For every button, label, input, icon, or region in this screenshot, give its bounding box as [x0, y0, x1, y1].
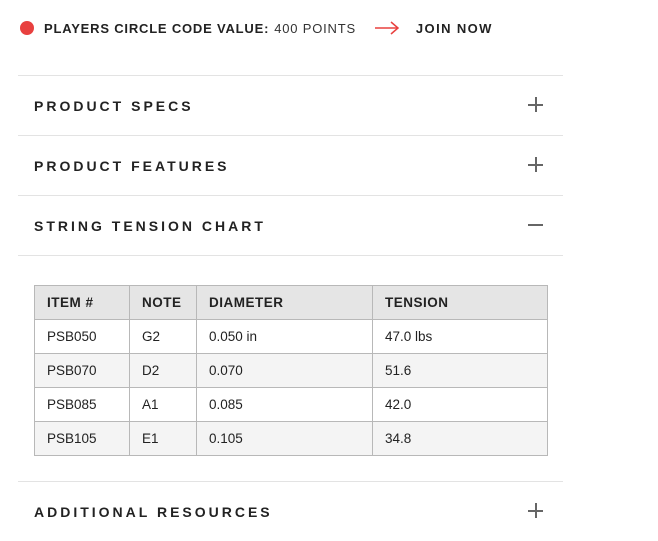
table-row: PSB070 D2 0.070 51.6: [34, 353, 548, 388]
column-header-note: NOTE: [129, 285, 197, 320]
cell-diameter: 0.105: [196, 421, 373, 456]
red-dot-icon: [20, 21, 34, 35]
accordion-additional-resources[interactable]: ADDITIONAL RESOURCES: [18, 481, 563, 541]
table-header-row: ITEM # NOTE DIAMETER TENSION: [34, 285, 548, 320]
cell-note: E1: [129, 421, 197, 456]
cell-diameter: 0.050 in: [196, 319, 373, 354]
accordion-product-features[interactable]: PRODUCT FEATURES: [18, 135, 563, 195]
cell-item: PSB070: [34, 353, 130, 388]
cell-tension: 42.0: [372, 387, 548, 422]
column-header-diameter: DIAMETER: [196, 285, 373, 320]
arrow-right-icon[interactable]: [374, 21, 400, 35]
plus-icon[interactable]: [528, 97, 543, 112]
promo-label: PLAYERS CIRCLE CODE VALUE:: [44, 20, 270, 36]
accordion-string-tension-chart[interactable]: STRING TENSION CHART: [18, 195, 563, 255]
cell-diameter: 0.070: [196, 353, 373, 388]
minus-icon[interactable]: [528, 217, 543, 232]
table-row: PSB085 A1 0.085 42.0: [34, 387, 548, 422]
plus-icon[interactable]: [528, 503, 543, 518]
string-tension-chart-panel: ITEM # NOTE DIAMETER TENSION PSB050 G2 0…: [18, 255, 563, 481]
cell-item: PSB050: [34, 319, 130, 354]
column-header-tension: TENSION: [372, 285, 548, 320]
accordion-product-specs[interactable]: PRODUCT SPECS: [18, 75, 563, 135]
product-details-accordion: PRODUCT SPECS PRODUCT FEATURES STRING TE…: [18, 75, 563, 541]
plus-icon[interactable]: [528, 157, 543, 172]
string-tension-table: ITEM # NOTE DIAMETER TENSION PSB050 G2 0…: [34, 285, 548, 456]
cell-tension: 47.0 lbs: [372, 319, 548, 354]
cell-note: A1: [129, 387, 197, 422]
cell-item: PSB085: [34, 387, 130, 422]
promo-points-value: 400 POINTS: [274, 20, 356, 36]
players-circle-promo: PLAYERS CIRCLE CODE VALUE: 400 POINTS JO…: [20, 19, 493, 37]
cell-tension: 34.8: [372, 421, 548, 456]
cell-note: G2: [129, 319, 197, 354]
accordion-title: PRODUCT SPECS: [34, 98, 194, 114]
join-now-link[interactable]: JOIN NOW: [416, 21, 493, 36]
column-header-item: ITEM #: [34, 285, 130, 320]
table-row: PSB050 G2 0.050 in 47.0 lbs: [34, 319, 548, 354]
cell-item: PSB105: [34, 421, 130, 456]
accordion-title: PRODUCT FEATURES: [34, 158, 230, 174]
cell-note: D2: [129, 353, 197, 388]
accordion-title: STRING TENSION CHART: [34, 218, 266, 234]
accordion-title: ADDITIONAL RESOURCES: [34, 504, 273, 520]
table-row: PSB105 E1 0.105 34.8: [34, 421, 548, 456]
cell-diameter: 0.085: [196, 387, 373, 422]
cell-tension: 51.6: [372, 353, 548, 388]
